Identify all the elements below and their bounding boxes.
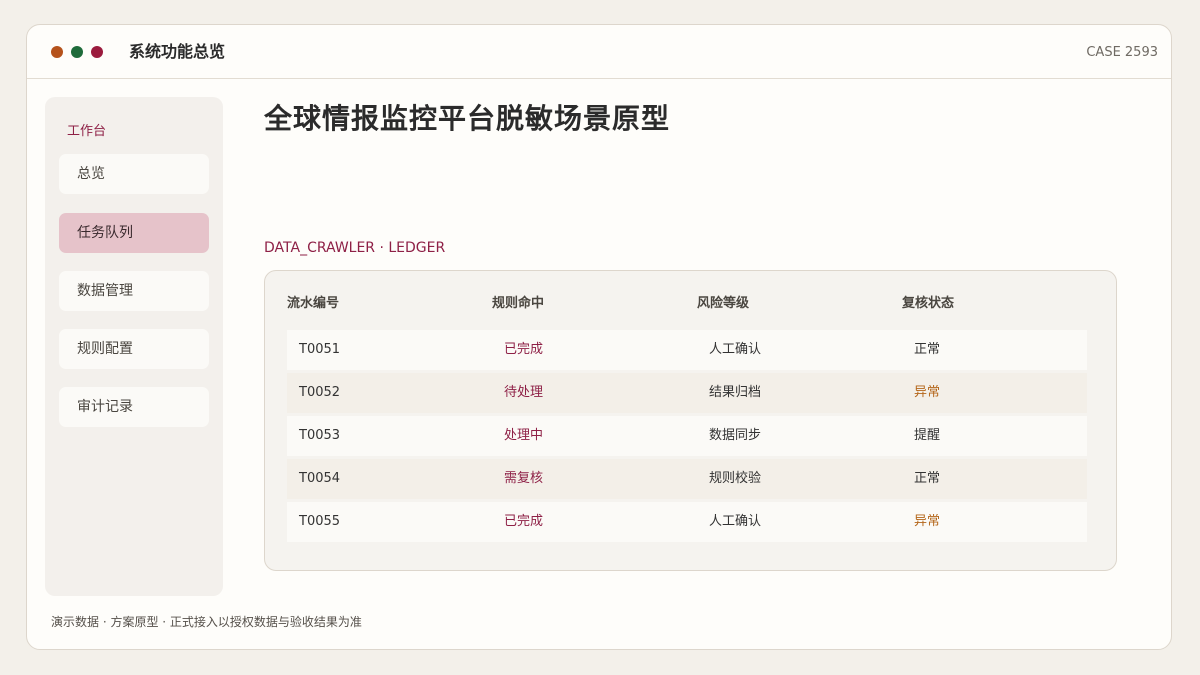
ledger-table: 流水编号 规则命中 风险等级 复核状态 T0051 已完成 人工确认 正常 T0… [264, 270, 1117, 571]
table-row[interactable]: T0051 已完成 人工确认 正常 [287, 330, 1087, 370]
cell-rule-hit: 待处理 [504, 385, 544, 400]
window-dot-orange[interactable] [51, 46, 63, 58]
sidebar-header: 工作台 [67, 124, 107, 139]
cell-rule-hit: 处理中 [504, 428, 544, 443]
cell-risk-level: 人工确认 [709, 342, 762, 357]
case-label: CASE 2593 [1086, 45, 1158, 60]
page-title: 全球情报监控平台脱敏场景原型 [264, 102, 671, 135]
cell-serial: T0054 [299, 471, 341, 486]
window-dot-red[interactable] [91, 46, 103, 58]
cell-review-status: 异常 [914, 514, 941, 529]
sidebar-item-label: 审计记录 [77, 399, 133, 415]
column-header-serial[interactable]: 流水编号 [287, 295, 339, 313]
cell-serial: T0053 [299, 428, 341, 443]
sidebar: 工作台 总览 任务队列 数据管理 规则配置 审计记录 [45, 97, 223, 596]
table-row[interactable]: T0054 需复核 规则校验 正常 [287, 459, 1087, 499]
column-header-risk-level[interactable]: 风险等级 [697, 295, 749, 313]
sidebar-item-audit-log[interactable]: 审计记录 [59, 387, 209, 427]
app-window: 系统功能总览 CASE 2593 工作台 总览 任务队列 数据管理 规则配置 审… [26, 24, 1172, 650]
cell-review-status: 提醒 [914, 428, 941, 443]
cell-serial: T0051 [299, 342, 341, 357]
cell-risk-level: 结果归档 [709, 385, 762, 400]
sidebar-item-task-queue[interactable]: 任务队列 [59, 213, 209, 253]
section-label: DATA_CRAWLER · LEDGER [264, 240, 446, 256]
sidebar-item-overview[interactable]: 总览 [59, 154, 209, 194]
sidebar-item-label: 总览 [77, 166, 105, 182]
cell-review-status: 正常 [914, 471, 941, 486]
table-row[interactable]: T0053 处理中 数据同步 提醒 [287, 416, 1087, 456]
sidebar-item-label: 任务队列 [77, 225, 133, 241]
cell-serial: T0055 [299, 514, 341, 529]
cell-review-status: 异常 [914, 385, 941, 400]
window-title: 系统功能总览 [129, 42, 226, 61]
cell-risk-level: 数据同步 [709, 428, 762, 443]
sidebar-item-rule-config[interactable]: 规则配置 [59, 329, 209, 369]
cell-rule-hit: 已完成 [504, 514, 544, 529]
cell-serial: T0052 [299, 385, 341, 400]
title-bar: 系统功能总览 CASE 2593 [27, 25, 1171, 79]
table-row[interactable]: T0055 已完成 人工确认 异常 [287, 502, 1087, 542]
column-header-review-status[interactable]: 复核状态 [902, 295, 954, 313]
table-row[interactable]: T0052 待处理 结果归档 异常 [287, 373, 1087, 413]
column-header-rule-hit[interactable]: 规则命中 [492, 295, 544, 313]
cell-risk-level: 人工确认 [709, 514, 762, 529]
sidebar-item-label: 规则配置 [77, 341, 133, 357]
cell-review-status: 正常 [914, 342, 941, 357]
window-dot-green[interactable] [71, 46, 83, 58]
sidebar-item-label: 数据管理 [77, 283, 133, 299]
footer-note: 演示数据 · 方案原型 · 正式接入以授权数据与验收结果为准 [51, 615, 362, 629]
sidebar-item-data-management[interactable]: 数据管理 [59, 271, 209, 311]
cell-risk-level: 规则校验 [709, 471, 762, 486]
cell-rule-hit: 已完成 [504, 342, 544, 357]
cell-rule-hit: 需复核 [504, 471, 544, 486]
